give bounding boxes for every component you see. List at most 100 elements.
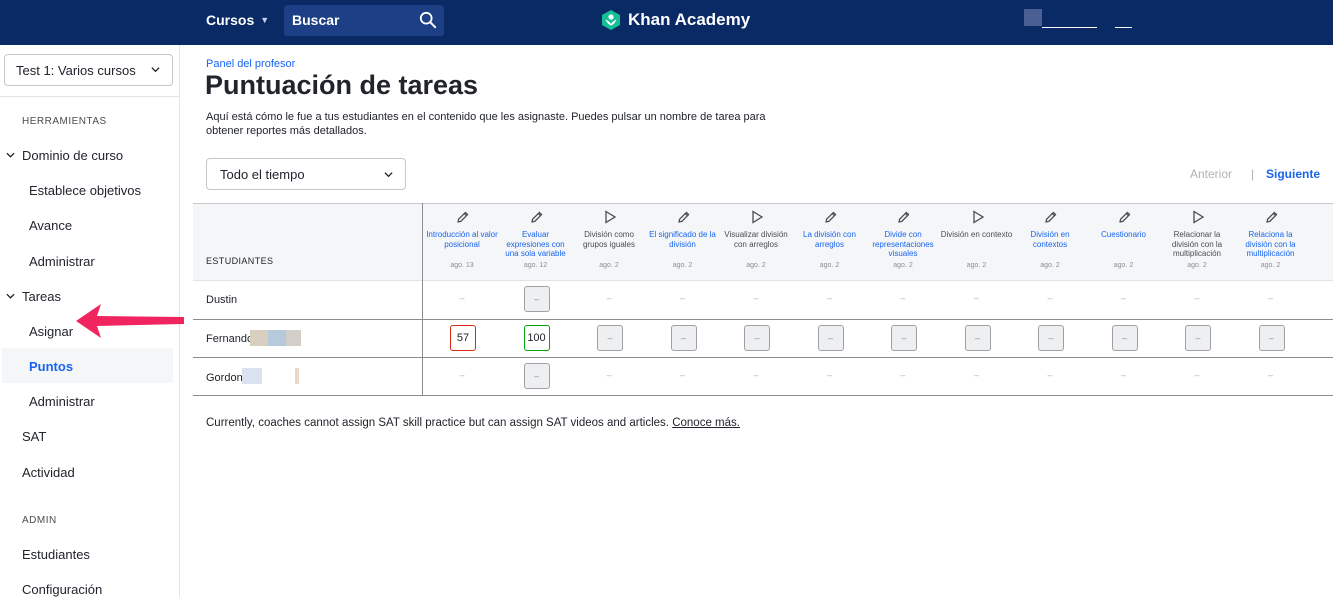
sidebar-item-students[interactable]: Estudiantes — [22, 547, 90, 562]
score-cell: – — [426, 357, 498, 395]
score-cell[interactable]: – — [794, 319, 866, 357]
pencil-icon — [1118, 211, 1130, 223]
not-started-badge[interactable]: – — [523, 363, 550, 389]
sidebar-item-assign[interactable]: Asignar — [29, 324, 73, 339]
assignment-column-header[interactable]: División en contextos ago. 2 — [1014, 203, 1086, 280]
sidebar-item-points-label[interactable]: Puntos — [29, 359, 73, 374]
assignment-column-header[interactable]: La división con arreglos ago. 2 — [794, 203, 866, 280]
score-badge[interactable]: 57 — [450, 325, 476, 351]
learn-more-link[interactable]: Conoce más. — [672, 417, 740, 429]
not-started-badge[interactable]: – — [1185, 325, 1211, 351]
user-avatar[interactable] — [1024, 9, 1042, 26]
brand-name: Khan Academy — [628, 10, 751, 29]
assignment-column-header[interactable]: Cuestionario ago. 2 — [1088, 203, 1160, 280]
assignment-column-header[interactable]: Evaluar expresiones con una sola variabl… — [500, 203, 572, 280]
top-navigation-bar: Cursos ▼ Buscar Khan Academy — [0, 0, 1333, 45]
student-name[interactable]: Gordon — [206, 372, 243, 384]
assignment-column-header[interactable]: Relacionar la división con la multiplica… — [1161, 203, 1233, 280]
score-cell[interactable]: – — [500, 280, 572, 318]
score-cell[interactable]: – — [1014, 319, 1086, 357]
sidebar-item-settings[interactable]: Configuración — [22, 582, 102, 597]
assignment-column-header[interactable]: División en contexto ago. 2 — [941, 203, 1013, 280]
sidebar-item-set-goals[interactable]: Establece objetivos — [29, 183, 141, 198]
user-menu-redacted[interactable] — [1115, 27, 1132, 28]
assignment-name[interactable]: Evaluar expresiones con una sola variabl… — [500, 230, 572, 259]
page-description: Aquí está cómo le fue a tus estudiantes … — [206, 111, 766, 137]
play-icon — [752, 210, 764, 224]
time-range-select[interactable]: Todo el tiempo — [206, 158, 406, 190]
not-started-badge[interactable]: – — [670, 325, 697, 351]
not-started-badge[interactable]: – — [891, 325, 917, 351]
sidebar-item-sat[interactable]: SAT — [22, 429, 46, 444]
assignment-name[interactable]: Introducción al valor posicional — [426, 230, 498, 249]
not-started-badge[interactable]: – — [597, 325, 623, 351]
assignment-name[interactable]: La división con arreglos — [794, 230, 866, 249]
next-page-button[interactable]: Siguiente — [1266, 167, 1320, 181]
not-started-badge[interactable]: – — [1038, 325, 1064, 351]
search-box[interactable]: Buscar — [284, 5, 444, 36]
score-cell: – — [1014, 357, 1086, 395]
assignment-name[interactable]: Cuestionario — [1088, 230, 1160, 240]
score-cell[interactable]: – — [573, 319, 645, 357]
assignment-date: ago. 2 — [599, 262, 619, 269]
assignment-name[interactable]: Divide con representaciones visuales — [867, 230, 939, 259]
not-started-badge[interactable]: – — [817, 325, 844, 351]
score-cell[interactable]: – — [1161, 319, 1233, 357]
score-cell[interactable]: – — [720, 319, 792, 357]
previous-page-button[interactable]: Anterior — [1190, 167, 1232, 181]
khan-academy-logo[interactable]: Khan Academy — [600, 9, 750, 31]
student-name[interactable]: Fernando — [206, 333, 253, 345]
not-started-badge[interactable]: – — [523, 286, 550, 312]
score-cell[interactable]: 57 — [426, 319, 498, 357]
score-cell[interactable]: – — [1088, 319, 1160, 357]
assignment-name[interactable]: División en contextos — [1014, 230, 1086, 249]
student-name[interactable]: Dustin — [206, 294, 237, 306]
not-assigned-dash: – — [1120, 370, 1126, 380]
sidebar-item-tasks[interactable]: Tareas — [6, 289, 61, 304]
assignment-column-header[interactable]: Visualizar división con arreglos ago. 2 — [720, 203, 792, 280]
user-name-redacted[interactable] — [1042, 27, 1097, 28]
assignment-column-header[interactable]: División como grupos iguales ago. 2 — [573, 203, 645, 280]
not-assigned-dash: – — [679, 293, 685, 303]
score-badge[interactable]: 100 — [523, 325, 550, 351]
score-cell[interactable]: – — [941, 319, 1013, 357]
sidebar-item-manage-mastery[interactable]: Administrar — [29, 254, 95, 269]
score-cell[interactable]: – — [1235, 319, 1307, 357]
sidebar-item-activity[interactable]: Actividad — [22, 465, 75, 480]
sidebar-item-manage-tasks[interactable]: Administrar — [29, 394, 95, 409]
not-assigned-dash: – — [826, 293, 832, 303]
table-row-divider — [193, 395, 1333, 396]
assignment-name[interactable]: Relaciona la división con la multiplicac… — [1235, 230, 1307, 259]
score-cell: – — [647, 357, 719, 395]
not-assigned-dash: – — [1047, 293, 1053, 303]
assignment-column-header[interactable]: Introducción al valor posicional ago. 13 — [426, 203, 498, 280]
courses-menu-button[interactable]: Cursos ▼ — [206, 12, 269, 28]
breadcrumb[interactable]: Panel del profesor — [206, 58, 295, 70]
score-cell: – — [941, 280, 1013, 318]
class-select[interactable]: Test 1: Varios cursos — [4, 54, 173, 86]
score-cell[interactable]: – — [867, 319, 939, 357]
assignment-column-header[interactable]: Divide con representaciones visuales ago.… — [867, 203, 939, 280]
score-cell: – — [941, 357, 1013, 395]
annotation-arrow-icon — [76, 304, 184, 338]
sidebar-item-points[interactable] — [2, 348, 173, 383]
assignment-column-header[interactable]: Relaciona la división con la multiplicac… — [1235, 203, 1307, 280]
not-started-badge[interactable]: – — [744, 325, 770, 351]
score-cell: – — [794, 280, 866, 318]
sidebar-item-progress[interactable]: Avance — [29, 218, 72, 233]
table-row: Gordon – – – – – – – – – – – – — [193, 357, 1333, 395]
sidebar-item-mastery[interactable]: Dominio de curso — [6, 148, 123, 163]
assignment-column-header[interactable]: El significado de la división ago. 2 — [647, 203, 719, 280]
assignment-date: ago. 2 — [1040, 262, 1060, 269]
not-assigned-dash: – — [1267, 370, 1273, 380]
not-started-badge[interactable]: – — [1258, 325, 1285, 351]
not-started-badge[interactable]: – — [1111, 325, 1138, 351]
not-started-badge[interactable]: – — [964, 325, 991, 351]
assignment-name: División en contexto — [940, 230, 1013, 239]
assignment-name[interactable]: El significado de la división — [647, 230, 719, 249]
score-cell[interactable]: – — [500, 357, 572, 395]
not-assigned-dash: – — [1194, 293, 1200, 303]
score-cell[interactable]: 100 — [500, 319, 572, 357]
assignment-date: ago. 2 — [893, 262, 913, 269]
score-cell[interactable]: – — [647, 319, 719, 357]
